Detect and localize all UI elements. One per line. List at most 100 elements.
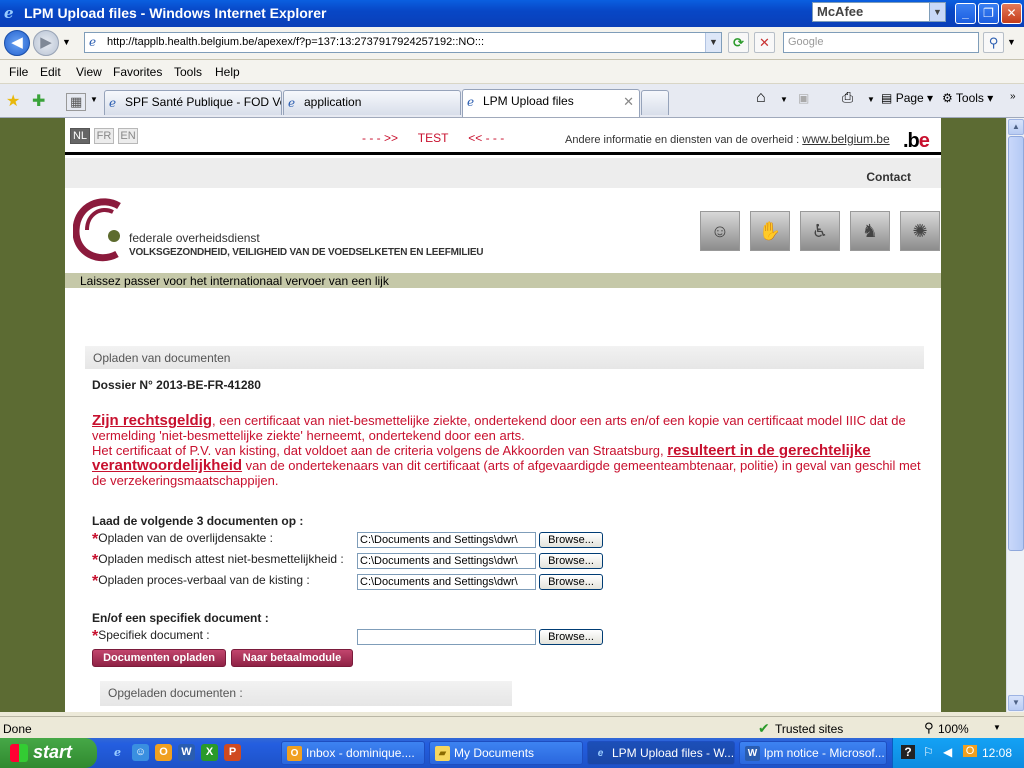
lang-nl[interactable]: NL	[70, 128, 90, 144]
tab-lpm-upload[interactable]: e LPM Upload files ✕	[462, 89, 640, 117]
task-label: My Documents	[454, 746, 535, 760]
upload-documents-button[interactable]: Documenten opladen	[92, 649, 226, 667]
menu-edit[interactable]: Edit	[40, 65, 61, 79]
belgium-link[interactable]: www.belgium.be	[802, 132, 889, 146]
minimize-button[interactable]: _	[955, 3, 976, 24]
menu-help[interactable]: Help	[215, 65, 240, 79]
browse-button[interactable]: Browse...	[539, 629, 603, 645]
page-menu[interactable]: ▤ Page ▾	[881, 91, 933, 105]
security-zone[interactable]: Trusted sites	[775, 722, 843, 736]
be-logo[interactable]: .be	[903, 130, 930, 153]
scroll-down-icon[interactable]: ▼	[1008, 695, 1024, 711]
taskbar-item-lpm-notice[interactable]: W lpm notice - Microsof...	[739, 741, 887, 765]
menu-tools[interactable]: Tools	[174, 65, 202, 79]
feeds-icon[interactable]: ▣	[798, 91, 809, 105]
stop-button[interactable]: ✕	[754, 32, 775, 53]
help-icon[interactable]: ?	[901, 745, 915, 759]
address-toolbar: ◀ ▶ ▼ e http://tapplb.health.belgium.be/…	[0, 27, 1024, 60]
maximize-button[interactable]: ❐	[978, 3, 999, 24]
menu-file[interactable]: File	[9, 65, 28, 79]
mcafee-dropdown[interactable]: McAfee ▼	[812, 2, 946, 22]
contact-link[interactable]: Contact	[866, 170, 911, 184]
header-divider	[65, 152, 941, 155]
row-label-text: Opladen proces-verbaal van de kisting :	[98, 573, 310, 587]
print-dropdown-icon[interactable]: ▼	[867, 95, 875, 104]
refresh-button[interactable]: ⟳	[728, 32, 749, 53]
ie-quicklaunch-icon[interactable]: e	[109, 744, 126, 761]
browser-viewport: NL FR EN - - - >> TEST << - - - Andere i…	[0, 118, 1006, 712]
taskbar-item-my-documents[interactable]: ▰ My Documents	[429, 741, 583, 765]
task-label: lpm notice - Microsof...	[764, 746, 885, 760]
specific-document-file-input[interactable]	[357, 629, 536, 645]
outlook-tray-icon[interactable]: O	[963, 745, 977, 757]
contact-bar: Contact	[65, 158, 941, 188]
address-input[interactable]: e http://tapplb.health.belgium.be/apexex…	[84, 32, 722, 53]
search-icon[interactable]: ⚲	[983, 32, 1004, 53]
lang-fr[interactable]: FR	[94, 128, 114, 144]
start-button[interactable]: start	[0, 738, 97, 768]
scroll-up-icon[interactable]: ▲	[1008, 119, 1024, 135]
test-environment-label: - - - >> TEST << - - -	[362, 131, 505, 145]
fod-logo-icon[interactable]	[73, 198, 131, 262]
search-options-icon[interactable]: ▼	[1007, 37, 1016, 47]
new-tab-button[interactable]	[641, 90, 669, 115]
menu-favorites[interactable]: Favorites	[113, 65, 162, 79]
system-tray: ? ⚐ ◀ O 12:08	[892, 738, 1024, 768]
lang-en[interactable]: EN	[118, 128, 138, 144]
browse-button[interactable]: Browse...	[539, 574, 603, 590]
tab-spf-sante[interactable]: e SPF Santé Publique - FOD Vol...	[104, 90, 282, 115]
taskbar: start e ☺ O W X P O Inbox - dominique...…	[0, 738, 1024, 768]
payment-module-button[interactable]: Naar betaalmodule	[231, 649, 353, 667]
close-tab-icon[interactable]: ✕	[623, 94, 634, 110]
be-logo-part-a: .b	[903, 130, 920, 152]
taskbar-item-inbox[interactable]: O Inbox - dominique....	[281, 741, 425, 765]
volume-icon[interactable]: ◀	[943, 745, 952, 759]
zoom-level[interactable]: 100%	[938, 722, 969, 736]
menu-bar: File Edit View Favorites Tools Help	[0, 60, 1024, 84]
add-favorites-icon[interactable]: ✚	[32, 91, 45, 111]
more-tools-icon[interactable]: »	[1010, 91, 1016, 102]
home-icon[interactable]: ⌂	[756, 89, 766, 107]
back-button[interactable]: ◀	[4, 30, 30, 56]
network-icon[interactable]: ⚐	[923, 745, 934, 759]
quick-tabs-icon[interactable]: ▦	[66, 93, 87, 111]
tools-menu-label: Tools	[955, 91, 984, 105]
browse-button[interactable]: Browse...	[539, 553, 603, 569]
taskbar-item-lpm-upload[interactable]: e LPM Upload files - W...	[587, 741, 735, 765]
death-certificate-file-input[interactable]: C:\Documents and Settings\dwr\	[357, 532, 536, 548]
outlook-icon[interactable]: O	[155, 744, 172, 761]
specific-label-text: Specifiek document :	[98, 628, 210, 642]
browse-button[interactable]: Browse...	[539, 532, 603, 548]
specific-label: *Specifiek document :	[92, 628, 210, 646]
favorites-star-icon[interactable]: ★	[6, 91, 20, 111]
print-icon[interactable]: ⎙	[842, 89, 853, 106]
window-title: LPM Upload files - Windows Internet Expl…	[24, 5, 327, 21]
close-button[interactable]: ✕	[1001, 3, 1022, 24]
messenger-icon[interactable]: ☺	[132, 744, 149, 761]
vertical-scrollbar[interactable]: ▲ ▼	[1006, 118, 1024, 712]
address-dropdown-icon[interactable]: ▼	[705, 33, 721, 52]
status-text: Done	[3, 722, 32, 736]
address-value: http://tapplb.health.belgium.be/apexex/f…	[107, 36, 485, 48]
folder-icon: ▰	[435, 746, 450, 761]
powerpoint-icon[interactable]: P	[224, 744, 241, 761]
zoom-dropdown-icon[interactable]: ▼	[993, 723, 1001, 732]
tools-menu[interactable]: ⚙ Tools ▾	[942, 91, 993, 105]
home-dropdown-icon[interactable]: ▼	[780, 95, 788, 104]
row-label-text: Opladen medisch attest niet-besmettelijk…	[98, 552, 344, 566]
outlook-icon: O	[287, 746, 302, 761]
word-icon[interactable]: W	[178, 744, 195, 761]
windows-flag-icon	[10, 744, 28, 762]
coffin-report-file-input[interactable]: C:\Documents and Settings\dwr\	[357, 574, 536, 590]
excel-icon[interactable]: X	[201, 744, 218, 761]
window-titlebar: e LPM Upload files - Windows Internet Ex…	[0, 0, 1024, 27]
medical-certificate-file-input[interactable]: C:\Documents and Settings\dwr\	[357, 553, 536, 569]
menu-view[interactable]: View	[76, 65, 102, 79]
row-label: *Opladen proces-verbaal van de kisting :	[92, 573, 310, 591]
tab-list-dropdown-icon[interactable]: ▼	[90, 95, 98, 104]
tab-application[interactable]: e application	[283, 90, 461, 115]
history-dropdown-icon[interactable]: ▼	[62, 37, 71, 47]
scroll-thumb[interactable]	[1008, 136, 1024, 551]
forward-button[interactable]: ▶	[33, 30, 59, 56]
search-input[interactable]: Google	[783, 32, 979, 53]
